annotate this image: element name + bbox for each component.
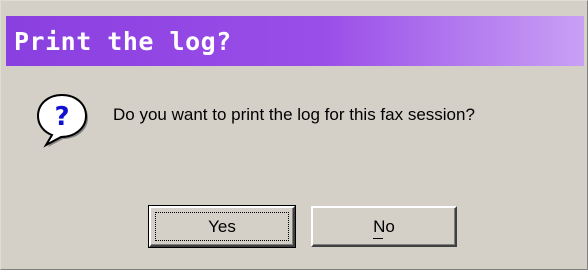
yes-button-label: Yes	[208, 216, 236, 236]
yes-button[interactable]: Yes	[148, 205, 296, 248]
print-log-dialog: Print the log? ? Do you want to print th…	[0, 0, 588, 270]
no-button[interactable]: No	[311, 206, 457, 247]
mnemonic-underline	[373, 237, 384, 239]
title-bar[interactable]: Print the log?	[6, 16, 584, 66]
question-icon: ?	[33, 91, 91, 149]
svg-text:?: ?	[54, 102, 69, 132]
dialog-message: Do you want to print the log for this fa…	[113, 105, 475, 124]
dialog-title: Print the log?	[14, 26, 232, 56]
no-button-label: No	[373, 217, 395, 239]
